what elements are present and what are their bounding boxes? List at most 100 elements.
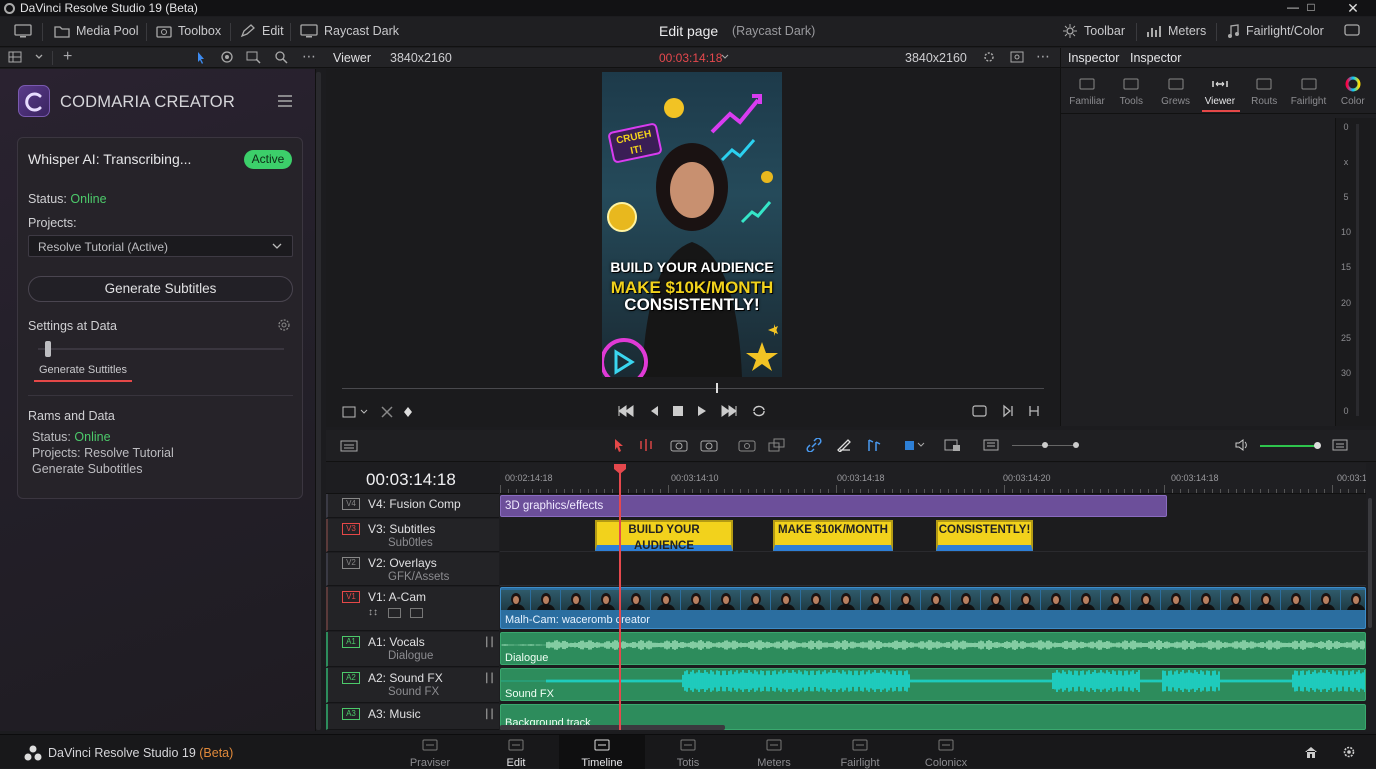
layout-icon[interactable] bbox=[8, 50, 22, 67]
sidebar-scrollbar[interactable] bbox=[316, 72, 321, 730]
video-frame[interactable]: CRUEH IT! BUILD YOUR AUDIENCE MAKE $10K/… bbox=[602, 72, 782, 377]
mixer-icon[interactable] bbox=[1332, 438, 1348, 455]
close-icon[interactable]: ✕ bbox=[1336, 0, 1370, 16]
subtitle-clip-2[interactable]: MAKE $10K/MONTH bbox=[773, 520, 893, 551]
timeline-view-icon[interactable] bbox=[340, 439, 358, 456]
fullscreen-icon[interactable] bbox=[972, 404, 988, 421]
fairlight-color-button[interactable]: Fairlight/Color bbox=[1226, 24, 1324, 42]
loop-icon[interactable] bbox=[751, 404, 767, 421]
selection-tool-icon[interactable] bbox=[613, 438, 625, 455]
tab-inspector-2[interactable]: Inspector bbox=[1130, 51, 1181, 65]
media-pool-button[interactable]: Media Pool bbox=[54, 24, 139, 42]
subtitle-clip-1[interactable]: BUILD YOUR AUDIENCE bbox=[595, 520, 733, 552]
camera-2-icon[interactable] bbox=[700, 438, 718, 455]
hamburger-menu-icon[interactable] bbox=[278, 95, 292, 110]
track-tag[interactable]: A2 bbox=[342, 672, 360, 684]
overlay-icon[interactable] bbox=[768, 438, 786, 455]
page-tab-fairlight[interactable]: Fairlight bbox=[817, 735, 903, 769]
page-tab-totis[interactable]: Totis bbox=[645, 735, 731, 769]
track-options-icon[interactable] bbox=[983, 438, 1001, 455]
home-icon[interactable] bbox=[1304, 745, 1318, 762]
timeline-hscroll[interactable] bbox=[500, 725, 725, 730]
page-tab-colonicx[interactable]: Colonicx bbox=[903, 735, 989, 769]
add-icon[interactable]: + bbox=[63, 48, 72, 66]
settings-gear-icon[interactable] bbox=[1342, 745, 1356, 762]
skip-start-icon[interactable] bbox=[617, 404, 635, 421]
inspector-tool-film[interactable]: Familiar bbox=[1065, 74, 1109, 114]
soundfx-clip[interactable]: Sound FX bbox=[500, 668, 1366, 701]
timeline-timecode[interactable]: 00:03:14:18 bbox=[366, 470, 456, 490]
toolbox-button[interactable]: Toolbox bbox=[156, 24, 221, 42]
mark-out-icon[interactable] bbox=[1028, 404, 1040, 421]
track-header-v4[interactable]: V4 V4: Fusion Comp bbox=[326, 494, 499, 518]
page-tab-praviser[interactable]: Praviser bbox=[387, 735, 473, 769]
track-header-a2[interactable]: A2 A2: Sound FX Sound FX ┃┃ bbox=[326, 668, 499, 703]
camera-icon[interactable] bbox=[670, 438, 688, 455]
track-tag[interactable]: V1 bbox=[342, 591, 360, 603]
meters-button[interactable]: Meters bbox=[1146, 24, 1206, 42]
snapshot-icon[interactable] bbox=[738, 438, 756, 455]
dialogue-clip[interactable]: Dialogue bbox=[500, 632, 1366, 665]
settings-icon[interactable] bbox=[220, 50, 234, 67]
timeline-playhead[interactable] bbox=[619, 468, 621, 730]
keyframe-icon[interactable] bbox=[402, 405, 414, 422]
stop-icon[interactable] bbox=[672, 404, 684, 421]
track-header-a3[interactable]: A3 A3: Music ┃┃ bbox=[326, 704, 499, 730]
viewer-more-icon[interactable]: ⋯ bbox=[1036, 48, 1050, 65]
pointer-icon[interactable] bbox=[196, 51, 206, 67]
volume-slider[interactable] bbox=[1260, 445, 1316, 447]
monitor-icon[interactable] bbox=[14, 24, 38, 42]
track-tag[interactable]: A1 bbox=[342, 636, 360, 648]
viewer-mode-icon[interactable] bbox=[342, 405, 374, 422]
viewer-timecode[interactable]: 00:03:14:18 bbox=[659, 51, 722, 65]
audio-level-icon[interactable]: ┃┃ bbox=[484, 637, 495, 648]
chat-icon[interactable] bbox=[1344, 24, 1366, 42]
link-icon[interactable] bbox=[806, 437, 822, 455]
viewer-scrubber[interactable] bbox=[342, 388, 1044, 389]
slider-handle[interactable] bbox=[44, 341, 51, 357]
raycast-dark-button[interactable]: Raycast Dark bbox=[300, 24, 399, 42]
search-icon[interactable] bbox=[274, 50, 288, 67]
track-tag[interactable]: V2 bbox=[342, 557, 360, 569]
transform-icon[interactable] bbox=[380, 405, 394, 422]
audio-link-icon[interactable]: ↕↕ bbox=[368, 607, 378, 618]
track-tag[interactable]: A3 bbox=[342, 708, 360, 720]
fusion-clip[interactable]: 3D graphics/effects bbox=[500, 495, 1167, 517]
page-tab-timeline[interactable]: Timeline bbox=[559, 735, 645, 769]
chevron-down-icon[interactable] bbox=[34, 50, 44, 67]
color-marker-icon[interactable] bbox=[904, 439, 926, 454]
gear-icon[interactable] bbox=[982, 50, 996, 67]
page-tab-meters[interactable]: Meters bbox=[731, 735, 817, 769]
track-tag[interactable]: V4 bbox=[342, 498, 360, 510]
page-tab-edit[interactable]: Edit bbox=[473, 735, 559, 769]
audio-level-icon[interactable]: ┃┃ bbox=[484, 673, 495, 684]
play-icon[interactable] bbox=[696, 404, 708, 421]
timeline-vscroll[interactable] bbox=[1368, 498, 1372, 628]
settings-slider[interactable] bbox=[38, 341, 284, 357]
timeline-ruler[interactable]: 00:02:14:18 00:03:14:10 00:03:14:18 00:03:1… bbox=[500, 463, 1366, 494]
inspector-tool-music[interactable]: Fairlight bbox=[1287, 74, 1331, 114]
step-back-icon[interactable] bbox=[648, 404, 660, 421]
inspector-tool-wand[interactable]: Grews bbox=[1154, 74, 1198, 114]
more-icon[interactable]: ⋯ bbox=[302, 48, 316, 65]
maximize-icon[interactable]: □ bbox=[1294, 0, 1328, 16]
inspector-tool-arrows[interactable]: Routs bbox=[1242, 74, 1286, 114]
subtitle-clip-3[interactable]: CONSISTENTLY! bbox=[936, 520, 1033, 551]
auto-track-icon[interactable] bbox=[388, 608, 401, 618]
generate-subtitles-button[interactable]: Generate Subtitles bbox=[28, 276, 293, 302]
timecode-chevron-icon[interactable] bbox=[720, 51, 730, 66]
mark-in-icon[interactable] bbox=[1002, 404, 1014, 421]
edit-button[interactable]: Edit bbox=[240, 24, 284, 42]
blade-icon[interactable] bbox=[836, 438, 852, 455]
safe-area-icon[interactable] bbox=[1010, 50, 1024, 67]
track-view-icon[interactable] bbox=[410, 608, 423, 618]
volume-icon[interactable] bbox=[1234, 438, 1250, 455]
inspector-tool-viewer[interactable]: Viewer bbox=[1198, 74, 1242, 114]
track-header-a1[interactable]: A1 A1: Vocals Dialogue ┃┃ bbox=[326, 632, 499, 667]
toolbar-button[interactable]: Toolbar bbox=[1062, 24, 1125, 42]
zoom-end-handle[interactable] bbox=[1073, 442, 1079, 448]
inspector-tool-color[interactable]: Color bbox=[1331, 74, 1375, 114]
track-tag[interactable]: V3 bbox=[342, 523, 360, 535]
zoom-region-icon[interactable] bbox=[246, 50, 262, 67]
tab-inspector[interactable]: Inspector bbox=[1068, 51, 1119, 65]
